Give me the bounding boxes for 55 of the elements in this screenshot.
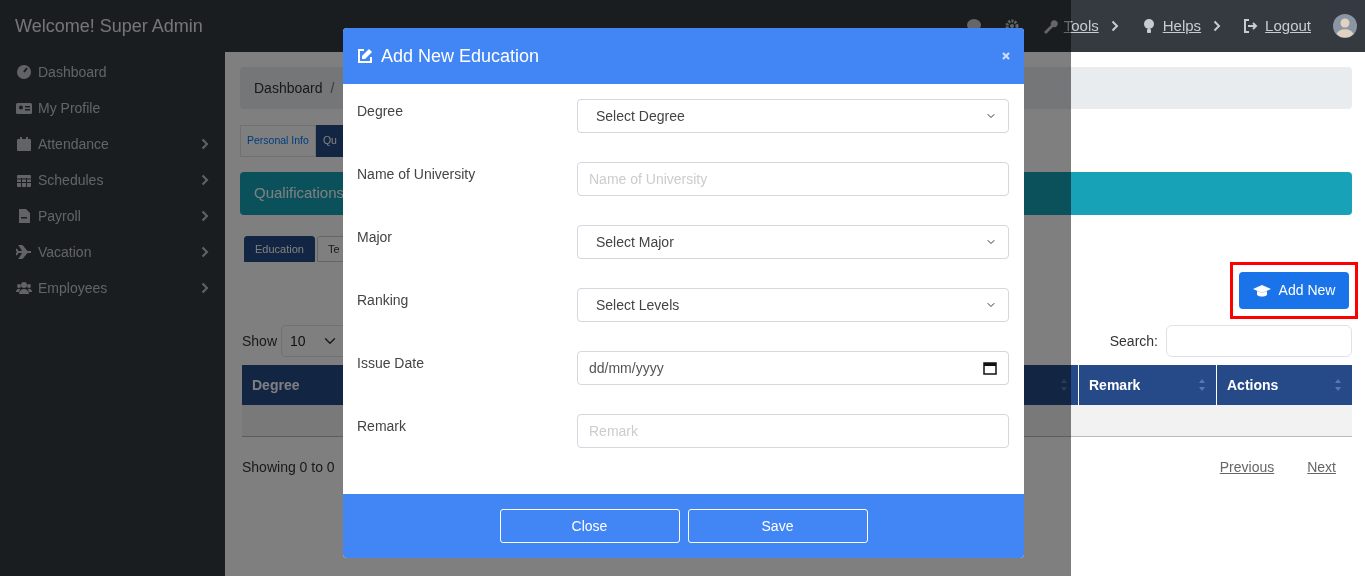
logout-icon — [1243, 18, 1260, 34]
sidebar-item[interactable]: Vacation — [38, 241, 197, 263]
sort-arrows-icon — [1334, 378, 1342, 392]
field-label: Issue Date — [357, 354, 425, 373]
sidebar-item[interactable]: Schedules — [38, 169, 197, 191]
sidebar-item[interactable]: My Profile — [38, 97, 209, 119]
field-label: Remark — [357, 417, 407, 436]
id-card-icon — [16, 100, 32, 116]
field-label: Major — [357, 228, 393, 247]
users-icon — [16, 280, 32, 296]
dropdown-field[interactable]: Select Degree — [577, 99, 1009, 133]
sidebar-item[interactable]: Payroll — [38, 205, 197, 227]
column-header[interactable]: Remark — [1089, 374, 1198, 396]
field-label: Degree — [357, 102, 404, 121]
date-field[interactable]: dd/mm/yyyy — [577, 351, 1009, 385]
sidebar-item[interactable]: Dashboard — [38, 61, 209, 83]
calendar-icon — [983, 361, 997, 375]
show-label: Show — [242, 331, 278, 351]
search-label: Search: — [1109, 331, 1158, 351]
calendar-icon — [16, 136, 32, 152]
dropdown-field[interactable]: Select Major — [577, 225, 1009, 259]
nav-link-text[interactable]: Helps — [1162, 14, 1202, 38]
document-icon — [16, 208, 32, 224]
app-title: Welcome! Super Admin — [14, 14, 203, 38]
gauge-icon — [16, 64, 32, 80]
modal-title: Add New Education — [381, 44, 541, 68]
sidebar-item[interactable]: Attendance — [38, 133, 197, 155]
section-title: Qualifications — [254, 183, 345, 204]
modal-button[interactable]: Close — [499, 509, 680, 543]
sort-arrows-icon — [1198, 378, 1206, 392]
modal-button[interactable]: Save — [687, 509, 868, 543]
add-new-button[interactable]: Add New — [1239, 272, 1349, 309]
profile-tab[interactable]: Qu — [315, 125, 344, 157]
close-icon — [1002, 52, 1010, 60]
edit-icon — [357, 48, 373, 64]
column-header[interactable]: Actions — [1227, 374, 1334, 396]
nav-link-text[interactable]: Tools — [1063, 14, 1099, 38]
table-info-text: Showing 0 to 0 — [242, 458, 335, 477]
field-label: Ranking — [357, 291, 410, 310]
sidebar-item[interactable]: Employees — [38, 277, 197, 299]
breadcrumb-link[interactable]: Dashboard — [254, 77, 323, 99]
search-field[interactable] — [1166, 325, 1352, 357]
dropdown-field[interactable]: Select Levels — [577, 288, 1009, 322]
airplane-icon — [16, 244, 32, 260]
pagination-link[interactable]: Next — [1307, 457, 1336, 478]
breadcrumb-separator: / — [330, 78, 335, 98]
qualification-tab[interactable]: Education — [244, 236, 315, 262]
calendar-grid-icon — [16, 172, 32, 188]
sort-arrows-icon — [1060, 378, 1068, 392]
user-avatar-icon — [1333, 14, 1357, 38]
nav-link-text[interactable]: Logout — [1265, 14, 1311, 38]
graduation-cap-icon — [1252, 283, 1271, 298]
pagination-link[interactable]: Previous — [1219, 457, 1275, 478]
field-label: Name of University — [357, 165, 477, 184]
profile-tab[interactable]: Personal Info — [240, 125, 316, 157]
